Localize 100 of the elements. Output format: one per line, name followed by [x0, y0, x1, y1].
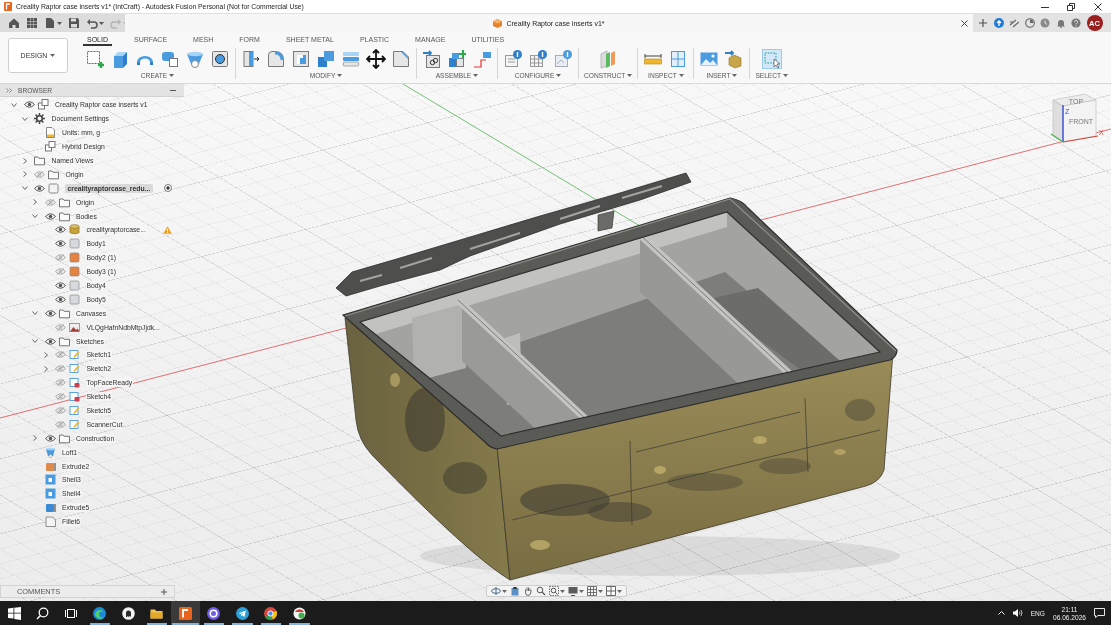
notification-icon[interactable]	[1094, 608, 1105, 618]
caret-icon[interactable]	[556, 73, 562, 77]
sketch-icon	[69, 349, 80, 361]
chevron-right-icon[interactable]	[32, 199, 38, 206]
eye-icon[interactable]	[34, 184, 45, 192]
plus-icon[interactable]	[161, 588, 167, 595]
help-icon[interactable]	[1071, 18, 1081, 28]
four-panes-icon[interactable]	[7, 606, 21, 620]
minimize-icon[interactable]	[170, 88, 176, 92]
search-icon[interactable]	[36, 606, 50, 620]
chevron-down-icon[interactable]	[21, 115, 28, 122]
document-badge-icon[interactable]	[503, 48, 523, 69]
caret-icon[interactable]	[579, 589, 584, 593]
caret-icon[interactable]	[627, 73, 633, 77]
caret-icon[interactable]	[169, 73, 175, 77]
taskbar-app-button[interactable]	[171, 601, 200, 625]
caret-icon[interactable]	[502, 589, 507, 593]
hand-icon[interactable]	[523, 586, 533, 596]
chevron-down-icon[interactable]	[32, 310, 38, 317]
sketch-icon	[69, 418, 80, 430]
paper-plane-icon	[235, 606, 249, 620]
chevron-right-icon[interactable]	[42, 365, 49, 372]
sheet-badge-icon[interactable]	[553, 48, 573, 69]
chevron-down-icon[interactable]	[32, 213, 38, 220]
caret-icon[interactable]	[337, 73, 343, 77]
chevron-down-icon[interactable]	[11, 101, 17, 108]
bell-icon[interactable]	[1055, 18, 1066, 28]
folder-icon	[58, 432, 70, 444]
eye-icon[interactable]	[44, 337, 56, 345]
caret-icon[interactable]	[598, 589, 603, 593]
blocks-plus-icon[interactable]	[447, 48, 467, 69]
grid-icon[interactable]	[587, 586, 597, 596]
clipboard-icon[interactable]	[510, 586, 520, 596]
radio-dot-icon[interactable]	[164, 184, 172, 193]
caret-icon[interactable]	[617, 589, 622, 593]
viewport-canvas[interactable]	[0, 84, 1111, 601]
caret-icon[interactable]	[560, 589, 565, 593]
zoom-icon[interactable]	[536, 586, 546, 596]
dial-icon[interactable]	[1024, 18, 1035, 28]
eye-icon[interactable]	[44, 309, 56, 317]
chevron-up-icon[interactable]	[997, 611, 1005, 615]
caret-icon[interactable]	[50, 54, 56, 57]
zoom-fit-icon[interactable]	[549, 586, 559, 596]
sketch-icon	[69, 363, 80, 375]
sketch-flag-icon	[69, 377, 80, 389]
slashes-icon[interactable]	[1009, 18, 1019, 28]
save-icon[interactable]	[68, 17, 80, 29]
file-icon[interactable]	[44, 17, 56, 29]
eye-icon[interactable]	[44, 212, 56, 220]
eye-icon[interactable]	[55, 240, 66, 248]
task-view-icon[interactable]	[64, 606, 78, 620]
folder-icon	[58, 307, 70, 319]
move-arrows-icon[interactable]	[366, 48, 386, 69]
eye-icon[interactable]	[55, 282, 66, 289]
viewports-icon[interactable]	[606, 586, 616, 596]
double-chevron-icon[interactable]	[6, 87, 12, 93]
plus-icon[interactable]	[978, 18, 988, 28]
caret-icon[interactable]	[783, 73, 789, 77]
caret-icon[interactable]	[57, 21, 62, 25]
close-icon[interactable]	[961, 19, 968, 27]
chevron-right-icon[interactable]	[21, 157, 28, 164]
caret-icon[interactable]	[678, 73, 684, 77]
rounded-corner-icon[interactable]	[266, 48, 286, 69]
overlapping-blocks-icon[interactable]	[316, 48, 336, 69]
caret-icon[interactable]	[99, 21, 104, 25]
clock-icon[interactable]	[1040, 18, 1050, 28]
caret-icon[interactable]	[473, 73, 479, 77]
eye-icon[interactable]	[55, 295, 66, 303]
grid-icon[interactable]	[26, 17, 38, 29]
hole-block-icon[interactable]	[210, 48, 230, 69]
app-tile-icon	[178, 606, 192, 620]
chevron-right-icon[interactable]	[21, 171, 28, 178]
sketch-square-plus-icon[interactable]	[85, 48, 105, 69]
chevron-down-icon[interactable]	[21, 185, 28, 192]
undo-icon[interactable]	[86, 17, 98, 29]
speaker-icon[interactable]	[1012, 609, 1023, 617]
eye-icon[interactable]	[44, 434, 56, 442]
hollow-block-icon	[44, 488, 56, 500]
mesh-arrow-icon[interactable]	[724, 48, 745, 69]
round-emblem-icon	[292, 606, 306, 620]
close-icon[interactable]	[1093, 2, 1102, 11]
restore-icon[interactable]	[1067, 2, 1076, 11]
block-arrow-icon[interactable]	[241, 48, 261, 69]
chamfered-block-icon[interactable]	[391, 48, 411, 69]
hollow-block-icon[interactable]	[291, 48, 311, 69]
table-badge-icon[interactable]	[528, 48, 548, 69]
monitor-icon[interactable]	[568, 586, 578, 596]
orbit-icon[interactable]	[491, 586, 501, 596]
case-model-drawing[interactable]	[335, 172, 900, 581]
home-icon[interactable]	[8, 17, 20, 29]
eye-icon[interactable]	[55, 226, 66, 234]
chevron-right-icon[interactable]	[42, 351, 49, 358]
chevron-down-icon[interactable]	[32, 338, 38, 345]
eye-icon[interactable]	[23, 101, 35, 109]
lid-strip-drawing[interactable]	[335, 172, 692, 297]
selection-box-icon[interactable]	[761, 48, 782, 69]
block-link-icon[interactable]	[422, 48, 442, 69]
chevron-right-icon[interactable]	[32, 435, 38, 442]
arrow-circle-icon[interactable]	[993, 18, 1004, 28]
caret-icon[interactable]	[732, 73, 738, 77]
